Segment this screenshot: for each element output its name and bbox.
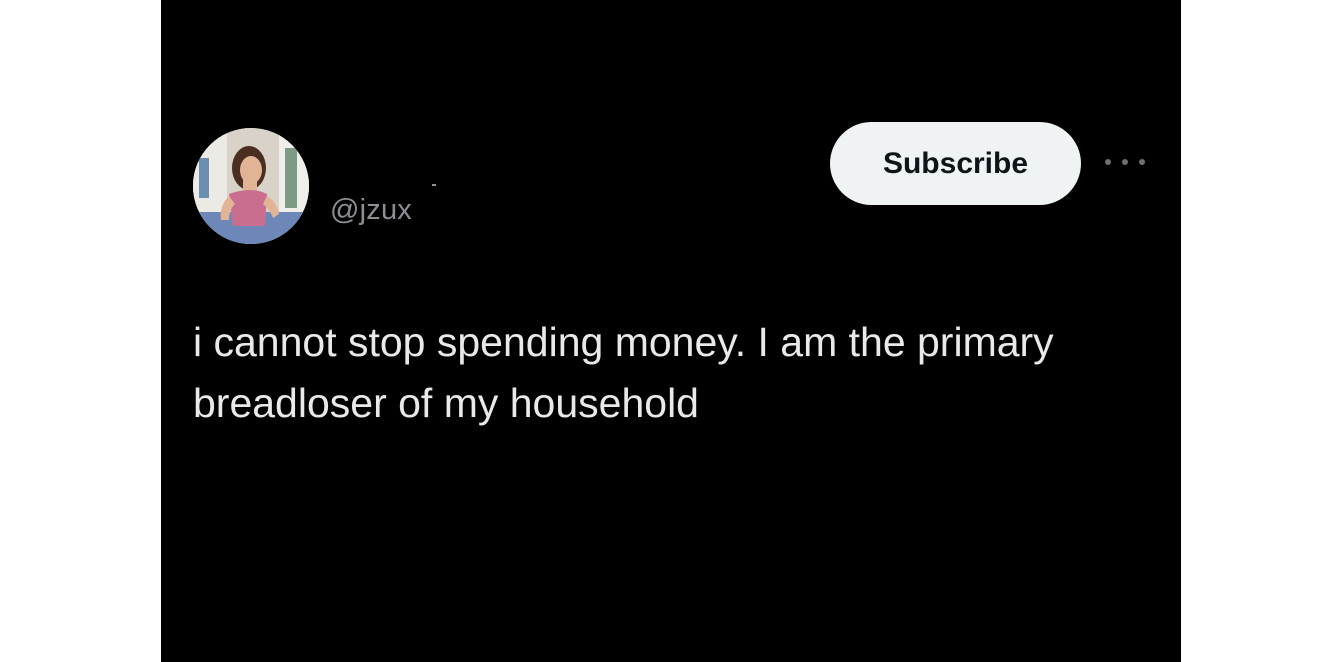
handle-mark	[432, 184, 436, 186]
subscribe-button[interactable]: Subscribe	[830, 122, 1081, 205]
more-dot	[1139, 159, 1145, 165]
user-handle[interactable]: @jzux	[330, 194, 412, 227]
post-text: i cannot stop spending money. I am the p…	[193, 319, 1054, 426]
avatar[interactable]	[193, 128, 309, 244]
more-dot	[1122, 159, 1128, 165]
post-card: @jzux Subscribe i cannot stop spending m…	[161, 0, 1181, 662]
avatar-photo	[193, 128, 309, 244]
more-horizontal-icon[interactable]	[1105, 152, 1145, 172]
more-dot	[1105, 159, 1111, 165]
